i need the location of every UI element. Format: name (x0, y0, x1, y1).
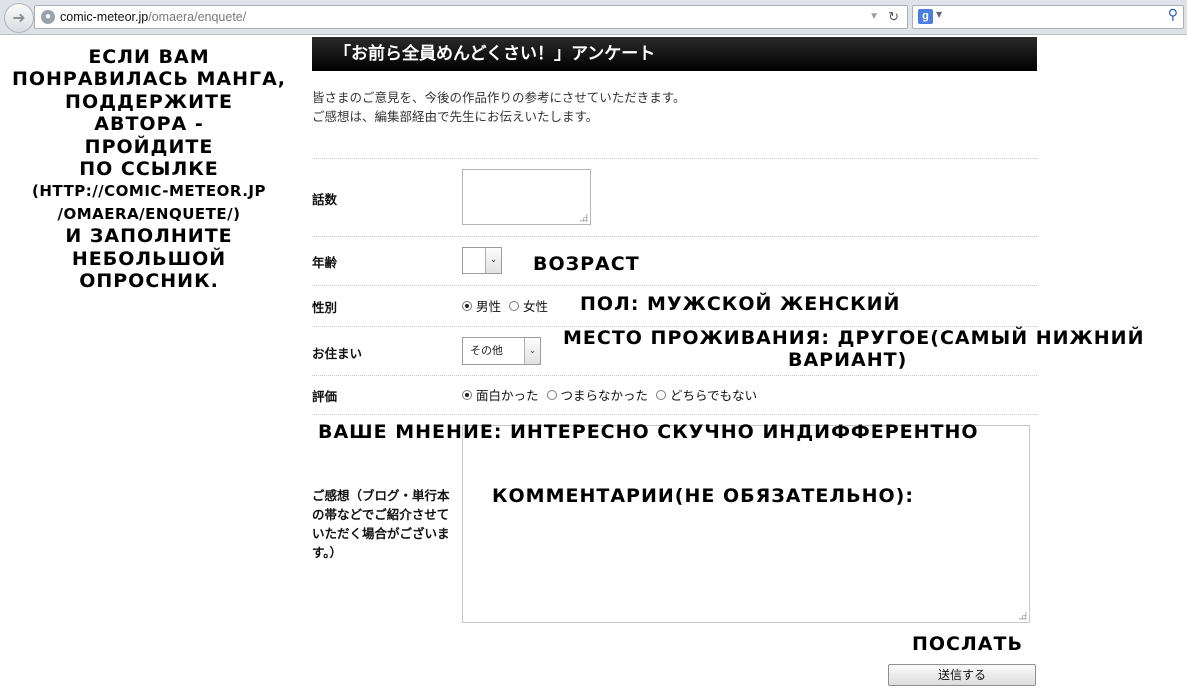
radio-button[interactable] (462, 300, 472, 311)
note-line: опросник. (79, 270, 219, 293)
rating-translation-note: Ваше мнение: интересно скучно индифферен… (318, 421, 979, 443)
row-divider (312, 285, 1037, 286)
comment-textarea[interactable] (462, 425, 1030, 623)
submit-translation-note: Послать (912, 633, 1023, 655)
row-divider (312, 158, 1037, 159)
radio-button[interactable] (509, 300, 520, 311)
back-arrow-icon[interactable]: ➜ (4, 3, 34, 33)
rating-option-neutral[interactable]: どちらでもない (656, 385, 757, 404)
submit-button[interactable]: 送信する (888, 664, 1036, 686)
note-line: понравилась манга, (11, 68, 287, 91)
dropdown-arrow-icon[interactable]: ▼ (869, 6, 879, 28)
gender-option-male[interactable]: 男性 (462, 296, 501, 315)
intro-line: 皆さまのご意見を、今後の作品作りの参考にさせていただきます。 (312, 90, 686, 105)
comment-translation-note: Комментарии(не обязательно): (492, 485, 914, 507)
gender-option-female[interactable]: 女性 (509, 296, 548, 315)
row-divider (312, 414, 1037, 415)
residence-translation-note: Место проживания: другое(самый нижний (563, 327, 1145, 349)
chevron-down-icon: ⌄ (524, 338, 540, 364)
radio-button[interactable] (462, 389, 472, 400)
reload-icon[interactable]: ↻ (888, 6, 899, 28)
note-line: небольшой (71, 247, 227, 270)
page-title: 「お前ら全員めんどくさい！」アンケート (312, 37, 1037, 71)
chevron-down-icon: ⌄ (485, 248, 501, 273)
radio-button[interactable] (656, 389, 667, 400)
rating-option-boring[interactable]: つまらなかった (546, 385, 648, 404)
browser-toolbar: ➜ ● comic-meteor.jp/omaera/enquete/ ▼ ↻ … (0, 0, 1187, 35)
episode-field[interactable] (462, 169, 591, 225)
comment-label: ご感想（ブログ・単行本の帯などでご紹介させていただく場合がございます。） (312, 488, 450, 560)
residence-label: お住まい (312, 346, 363, 361)
gender-label: 性別 (312, 300, 338, 315)
note-line: (http://comic-meteor.jp (31, 182, 267, 201)
gender-translation-note: Пол: мужской женский (580, 293, 901, 315)
search-input[interactable]: g ▼ ⚲ (912, 5, 1184, 29)
note-line: и заполните (65, 225, 233, 248)
row-divider (312, 236, 1037, 237)
gender-radio-group: 男性 女性 (462, 296, 556, 315)
rating-label: 評価 (312, 389, 338, 404)
row-divider (312, 375, 1037, 376)
search-engine-dropdown-icon[interactable]: ▼ (936, 10, 942, 19)
residence-select[interactable]: その他 ⌄ (462, 337, 541, 365)
google-icon[interactable]: g (918, 9, 933, 24)
note-line: автора - (94, 113, 204, 136)
rating-option-interesting[interactable]: 面白かった (462, 385, 539, 404)
residence-translation-note-cont: вариант) (788, 349, 908, 371)
search-magnifier-icon[interactable]: ⚲ (1168, 7, 1178, 23)
note-line: Если вам (88, 46, 210, 68)
note-line: /omaera/enquete/) (57, 204, 241, 223)
sidebar-translator-note: Если вам понравилась манга, поддержите а… (8, 46, 290, 292)
radio-button[interactable] (546, 389, 557, 400)
resize-grip-icon[interactable] (1018, 611, 1027, 620)
age-label: 年齢 (312, 255, 338, 270)
url-text: comic-meteor.jp/omaera/enquete/ (60, 10, 247, 24)
note-line: пройдите (84, 135, 214, 158)
intro-text: 皆さまのご意見を、今後の作品作りの参考にさせていただきます。 ご感想は、編集部経… (312, 88, 686, 126)
episode-label: 話数 (312, 192, 338, 207)
age-select[interactable]: ⌄ (462, 247, 502, 274)
address-bar[interactable]: ● comic-meteor.jp/omaera/enquete/ ▼ ↻ (34, 5, 908, 29)
intro-line: ご感想は、編集部経由で先生にお伝えいたします。 (312, 109, 599, 124)
globe-icon: ● (41, 10, 55, 24)
note-line: поддержите (65, 90, 233, 113)
resize-grip-icon[interactable] (579, 213, 588, 222)
rating-radio-group: 面白かった つまらなかった どちらでもない (462, 385, 765, 404)
age-translation-note: Возраст (533, 253, 640, 275)
note-line: по ссылке (79, 158, 219, 181)
